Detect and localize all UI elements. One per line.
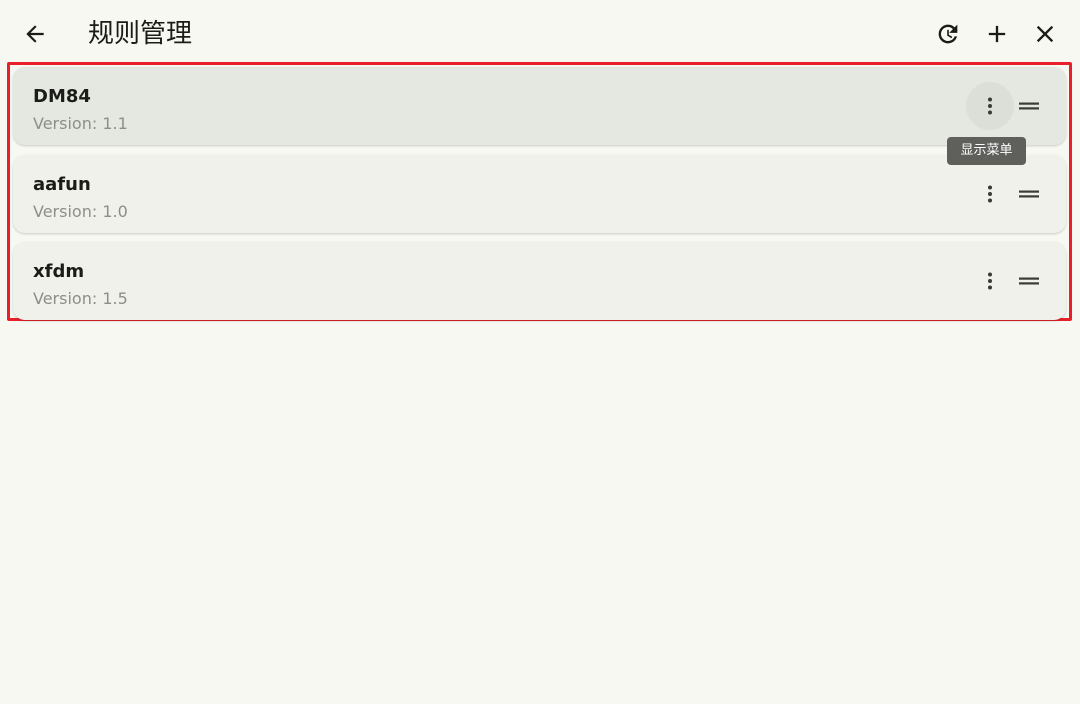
rule-version: Version: 1.0 (33, 202, 128, 221)
rule-item-aafun[interactable]: aafun Version: 1.0 (13, 155, 1066, 233)
more-menu-button[interactable] (966, 257, 1014, 305)
more-menu-button[interactable] (966, 82, 1014, 130)
rule-name: DM84 (33, 86, 91, 107)
app-bar: 规则管理 (0, 0, 1080, 66)
rule-item-dm84[interactable]: DM84 Version: 1.1 (13, 67, 1066, 145)
drag-handle-icon (1019, 277, 1039, 285)
back-button[interactable] (15, 14, 55, 54)
rule-list: DM84 Version: 1.1 aafun Version: 1.0 xfd… (7, 62, 1072, 321)
page-title: 规则管理 (88, 19, 193, 49)
rule-name: aafun (33, 174, 91, 195)
drag-handle[interactable] (1017, 182, 1041, 206)
drag-handle[interactable] (1017, 269, 1041, 293)
more-vert-icon (988, 97, 992, 115)
close-button[interactable] (1025, 14, 1065, 54)
more-vert-icon (988, 272, 992, 290)
more-vert-icon (988, 185, 992, 203)
add-icon (988, 25, 1006, 43)
rule-version: Version: 1.5 (33, 289, 128, 308)
drag-handle-icon (1019, 190, 1039, 198)
arrow-back-icon (26, 25, 44, 43)
add-button[interactable] (977, 14, 1017, 54)
close-icon (1036, 25, 1054, 43)
more-menu-button[interactable] (966, 170, 1014, 218)
drag-handle[interactable] (1017, 94, 1041, 118)
menu-tooltip: 显示菜单 (947, 137, 1026, 165)
refresh-button[interactable] (928, 14, 968, 54)
refresh-icon (938, 24, 958, 44)
rule-item-xfdm[interactable]: xfdm Version: 1.5 (13, 242, 1066, 320)
rule-version: Version: 1.1 (33, 114, 128, 133)
rule-name: xfdm (33, 261, 85, 282)
drag-handle-icon (1019, 102, 1039, 110)
